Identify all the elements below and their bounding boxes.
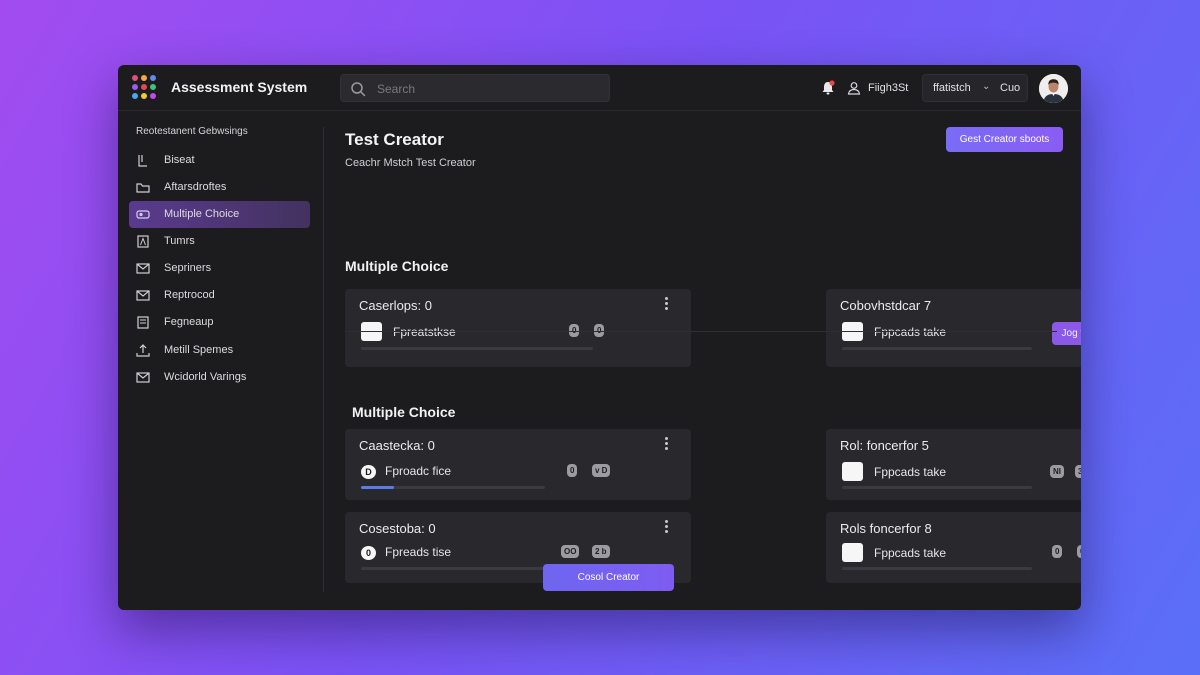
sidebar-item-fegneaup[interactable]: Fegneaup [129,309,310,336]
mail-icon [136,290,150,301]
main-content: Test Creator Ceachr Mstch Test Creator G… [324,111,1081,610]
get-creator-button[interactable]: Gest Creator sboots [946,127,1063,152]
progress-fill [361,486,395,489]
answer-option-radio[interactable]: D [361,465,376,479]
sidebar-item-label: Metill Spemes [164,344,234,356]
document-icon [138,155,147,167]
option-pill[interactable]: 0 [1052,545,1063,558]
sidebar-item-sepriners[interactable]: Sepriners [129,255,310,282]
sidebar-item-label: Multiple Choice [164,208,240,220]
answer-checkbox[interactable] [842,462,863,481]
sidebar-item-biseat[interactable]: Biseat [129,147,310,174]
user-name[interactable]: Fiigh3St [868,82,908,94]
progress-track [842,567,1032,570]
sidebar-item-label: Wcidorld Varings [164,371,247,383]
card-title: Cobovhstdcar 7 [840,298,932,313]
sidebar-item-label: Reptrocod [164,289,215,301]
card-title: Rol: foncerfor 5 [840,438,929,453]
sidebar-item-label: Aftarsdroftes [164,181,227,193]
search-input[interactable] [377,79,597,99]
notification-bell-icon[interactable] [821,80,835,96]
progress-track [361,567,545,570]
card-title: Rols foncerfor 8 [840,521,932,536]
search-icon [351,82,366,97]
answer-label: Fppcads take [874,325,947,339]
sidebar-item-label: Fegneaup [164,316,214,328]
option-pill[interactable]: 0 [1077,545,1081,558]
chevron-down-icon: ⌄ [982,81,991,92]
workspace-sub-label: Cuo [1000,82,1021,94]
progress-track [361,347,593,350]
sidebar: Reotestanent Gebwsings Biseat Aftarsdrof… [118,111,323,610]
question-card[interactable]: Cobovhstdcar 7 Fppcads take Jog tendb [826,289,1081,367]
answer-label: Fppcads take [874,465,947,479]
app-window: Assessment System Fiigh3St ffatistch ⌄ C… [118,65,1081,610]
tag-button[interactable]: Jog tendb [1052,322,1081,345]
sidebar-item-label: Sepriners [164,262,212,274]
card-title: Cosestoba: 0 [359,521,436,536]
mail-icon [136,263,150,274]
user-icon [847,82,861,95]
option-pill[interactable]: 2 b [592,545,610,558]
top-bar: Assessment System Fiigh3St ffatistch ⌄ C… [118,65,1081,111]
upload-icon [136,344,150,357]
option-pill[interactable]: OO [561,545,580,558]
page-title: Test Creator [345,130,444,149]
answer-label: Fpreatstkse [393,325,456,339]
more-options-icon[interactable] [665,297,669,311]
more-options-icon[interactable] [665,437,669,451]
section-title: Multiple Choice [352,404,456,420]
question-card[interactable]: Caastecka: 0 D Fproadc fice 0 v D [345,429,691,500]
sidebar-heading: Reotestanent Gebwsings [136,126,248,137]
app-logo-icon [132,75,158,101]
folder-icon [136,183,150,193]
progress-track [842,347,1032,350]
section-divider [345,331,1057,332]
progress-track [842,486,1032,489]
mail-icon [136,372,150,383]
question-card[interactable]: Rols foncerfor 8 Fppcads take 0 0 [826,512,1081,583]
more-options-icon[interactable] [665,520,669,534]
workspace-select[interactable]: ffatistch ⌄ Cuo [922,74,1028,102]
sidebar-item-label: Tumrs [164,235,195,247]
card-title: Caserlops: 0 [359,298,432,313]
answer-label: Fproadc fice [385,464,452,478]
sidebar-item-metill-spemes[interactable]: Metill Spemes [129,337,310,364]
sidebar-item-reptrocod[interactable]: Reptrocod [129,282,310,309]
page-subtitle: Ceachr Mstch Test Creator [345,157,476,169]
avatar[interactable] [1039,74,1068,103]
answer-label: Fpreads tise [385,545,452,559]
answer-label: Fppcads take [874,546,947,560]
close-creator-button[interactable]: Cosol Creator [543,564,674,591]
answer-checkbox[interactable] [842,543,863,562]
sidebar-item-tumrs[interactable]: Tumrs [129,228,310,255]
list-icon [137,316,149,329]
text-icon [137,235,149,248]
question-card[interactable]: Rol: foncerfor 5 Fppcads take NI 3 + [826,429,1081,500]
answer-option-radio[interactable]: 0 [361,546,376,560]
option-pill[interactable]: 0 [567,464,578,477]
option-pill[interactable]: v D [592,464,611,477]
section-title: Multiple Choice [345,258,449,274]
workspace-name: ffatistch [933,82,971,94]
sidebar-item-label: Biseat [164,154,195,166]
app-title: Assessment System [171,79,308,95]
sidebar-item-aftarsdroftes[interactable]: Aftarsdroftes [129,174,310,201]
card-title: Caastecka: 0 [359,438,435,453]
avatar-icon [1039,74,1068,103]
question-card[interactable]: Caserlops: 0 Fpreatstkse 0 0 [345,289,691,367]
sidebar-item-wcidorld-varings[interactable]: Wcidorld Varings [129,364,310,391]
option-pill[interactable]: 3 + [1075,465,1081,478]
sidebar-item-multiple-choice[interactable]: Multiple Choice [129,201,310,228]
progress-track [361,486,545,489]
option-pill[interactable]: NI [1050,465,1064,478]
search-bar[interactable] [340,74,610,102]
toggle-icon [136,210,150,219]
